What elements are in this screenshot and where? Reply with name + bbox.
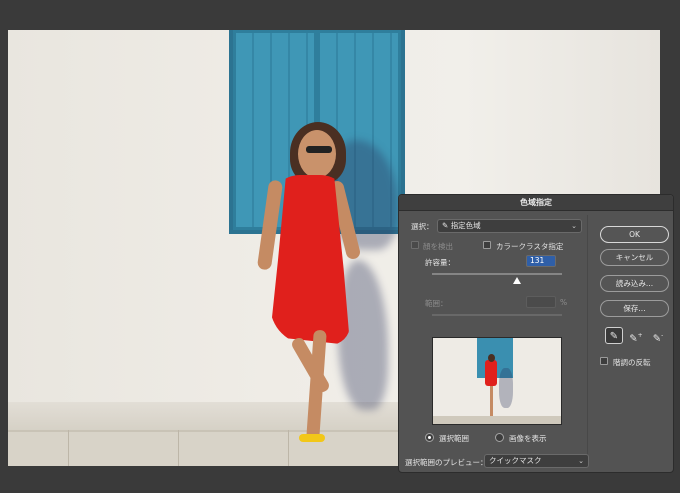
ok-button[interactable]: OK bbox=[600, 226, 669, 243]
selection-preview-label: 選択範囲のプレビュー： bbox=[405, 458, 488, 467]
eyedropper-small-icon: ✎ bbox=[442, 221, 449, 230]
color-range-dialog: 色域指定 選択： ✎ 指定色域 ⌄ 顔を検出 カラークラスタ指定 許容量： 13… bbox=[398, 194, 674, 473]
detect-faces-checkbox[interactable] bbox=[411, 241, 419, 249]
selection-radio[interactable] bbox=[425, 433, 434, 442]
eyedropper-plus-icon[interactable]: ✎+ bbox=[627, 327, 645, 344]
photoshop-workspace: 色域指定 選択： ✎ 指定色域 ⌄ 顔を検出 カラークラスタ指定 許容量： 13… bbox=[0, 0, 680, 493]
eyedropper-minus-icon[interactable]: ✎- bbox=[649, 327, 667, 344]
select-dropdown[interactable]: ✎ 指定色域 ⌄ bbox=[437, 219, 582, 233]
localized-color-clusters-label: カラークラスタ指定 bbox=[496, 242, 564, 251]
fuzziness-slider-thumb[interactable] bbox=[513, 277, 521, 284]
chevron-down-icon: ⌄ bbox=[571, 222, 577, 230]
image-radio-label: 画像を表示 bbox=[509, 434, 547, 443]
localized-color-clusters-checkbox[interactable] bbox=[483, 241, 491, 249]
save-button[interactable]: 保存... bbox=[600, 300, 669, 317]
eyedropper-icon[interactable]: ✎ bbox=[605, 327, 623, 344]
selection-preview-dropdown[interactable]: クイックマスク ⌄ bbox=[484, 454, 589, 468]
load-button[interactable]: 読み込み... bbox=[600, 275, 669, 292]
cancel-button[interactable]: キャンセル bbox=[600, 249, 669, 266]
photo-woman-sunglasses bbox=[306, 146, 332, 153]
dialog-title[interactable]: 色域指定 bbox=[399, 195, 673, 211]
selection-preview-value: クイックマスク bbox=[489, 456, 542, 465]
select-label: 選択： bbox=[411, 222, 434, 231]
photo-woman-head bbox=[298, 130, 336, 178]
image-radio[interactable] bbox=[495, 433, 504, 442]
dialog-divider bbox=[587, 215, 588, 465]
range-label: 範囲： bbox=[425, 299, 448, 308]
selection-radio-label: 選択範囲 bbox=[439, 434, 469, 443]
invert-label: 階調の反転 bbox=[613, 358, 651, 367]
range-slider-track[interactable] bbox=[432, 314, 562, 316]
chevron-down-icon: ⌄ bbox=[578, 457, 584, 465]
fuzziness-slider-track[interactable] bbox=[432, 273, 562, 275]
selection-preview-thumbnail bbox=[432, 337, 562, 425]
detect-faces-label: 顔を検出 bbox=[423, 242, 453, 251]
select-value: 指定色域 bbox=[450, 221, 481, 230]
photo-woman-sandal bbox=[299, 434, 325, 442]
fuzziness-label: 許容量： bbox=[425, 258, 455, 267]
range-unit: % bbox=[560, 298, 568, 307]
fuzziness-input[interactable]: 131 bbox=[526, 255, 556, 267]
range-input[interactable] bbox=[526, 296, 556, 308]
invert-checkbox[interactable] bbox=[600, 357, 608, 365]
